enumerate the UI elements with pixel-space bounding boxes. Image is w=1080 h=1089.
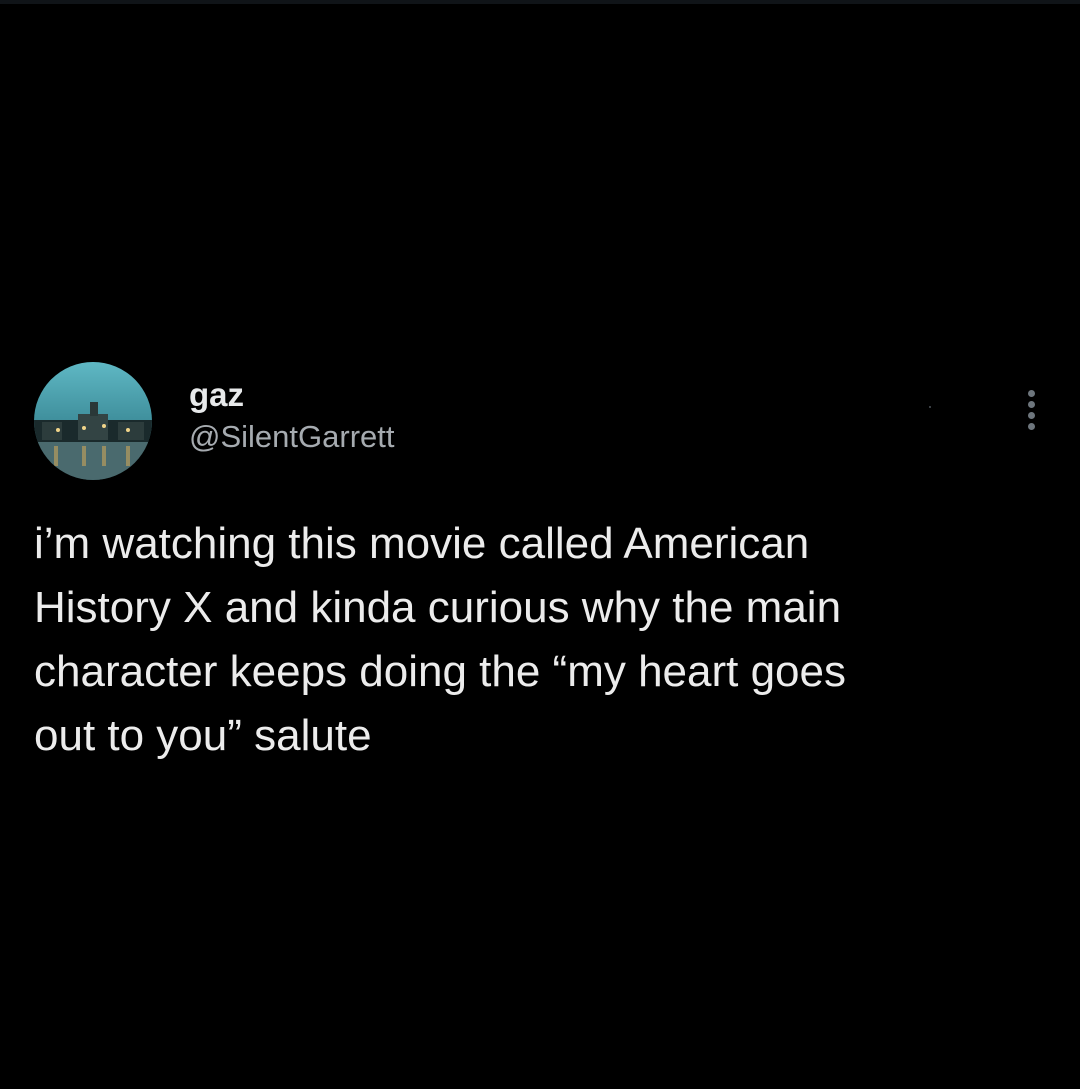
more-options-icon[interactable] bbox=[1024, 390, 1038, 434]
tweet-card: gaz @SilentGarrett i’m watching this mov… bbox=[34, 362, 1044, 768]
avatar-photo-icon bbox=[34, 362, 152, 480]
tweet-header: gaz @SilentGarrett bbox=[34, 362, 1044, 486]
speck bbox=[929, 406, 931, 408]
avatar[interactable] bbox=[34, 362, 152, 480]
display-name[interactable]: gaz bbox=[189, 375, 394, 415]
top-edge bbox=[0, 0, 1080, 4]
user-handle[interactable]: @SilentGarrett bbox=[189, 417, 394, 457]
author-names: gaz @SilentGarrett bbox=[189, 375, 394, 457]
tweet-text: i’m watching this movie called American … bbox=[34, 519, 847, 760]
